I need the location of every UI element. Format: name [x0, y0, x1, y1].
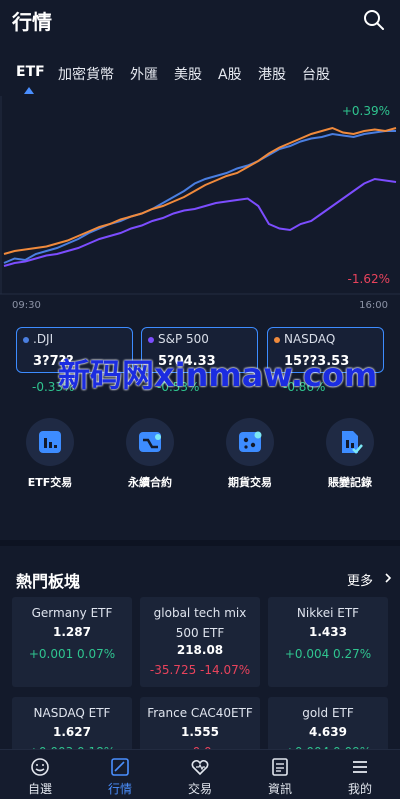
chart-start-time: 09:30: [12, 300, 41, 311]
smile-icon: [31, 758, 49, 776]
market-tabs: ETF 加密貨幣 外匯 美股 A股 港股 台股: [0, 60, 400, 96]
nav-news[interactable]: 資訊: [240, 750, 320, 799]
tab-crypto[interactable]: 加密貨幣: [58, 64, 114, 84]
nav-label: 我的: [347, 782, 372, 796]
tab-etf[interactable]: ETF: [16, 64, 45, 80]
etf-name: France CAC40ETF: [147, 706, 253, 720]
search-icon[interactable]: [362, 8, 386, 32]
action-account-records[interactable]: 賬變記錄: [310, 418, 390, 498]
nav-label: 資訊: [267, 782, 292, 796]
series-dot: [148, 337, 154, 343]
etf-card[interactable]: global tech mix 500 ETF 218.08 -35.725 -…: [140, 597, 260, 687]
news-icon: [272, 758, 288, 776]
etf-change: +0.001 0.07%: [28, 647, 116, 661]
index-name: S&P 500: [158, 332, 209, 346]
action-icon-bg: [226, 418, 274, 466]
etf-change: +0.004 0.27%: [284, 647, 372, 661]
etf-card[interactable]: Germany ETF 1.287 +0.001 0.07%: [12, 597, 132, 687]
index-name: .DJI: [33, 332, 54, 346]
trade-icon: [191, 759, 209, 776]
etf-price: 1.627: [53, 725, 91, 739]
nav-profile[interactable]: 我的: [320, 750, 400, 799]
etf-name: gold ETF: [302, 706, 354, 720]
series-dot: [23, 337, 29, 343]
etf-price: 1.555: [181, 725, 219, 739]
index-chart: +0.39% -1.62% 09:30 16:00: [0, 96, 400, 316]
index-name: NASDAQ: [284, 332, 336, 346]
action-icon-bg: [326, 418, 374, 466]
series-line-nasdaq: [3, 126, 397, 255]
etf-name: NASDAQ ETF: [33, 706, 111, 720]
chart-min-pct: -1.62%: [347, 272, 390, 286]
etf-card[interactable]: Nikkei ETF 1.433 +0.004 0.27%: [268, 597, 388, 687]
series-line-dji: [3, 130, 396, 264]
etf-change: -35.725 -14.07%: [149, 663, 251, 677]
menu-icon: [353, 761, 367, 773]
chart-max-pct: +0.39%: [341, 104, 390, 118]
page-title: 行情: [12, 10, 52, 34]
action-label: 期貨交易: [228, 476, 272, 489]
app-header: 行情: [0, 0, 400, 40]
bottom-navigation: 自選 行情 交易 資訊 我的: [0, 749, 400, 799]
series-line-sp500: [3, 177, 397, 267]
tab-tw-stocks[interactable]: 台股: [302, 64, 330, 84]
etf-card[interactable]: NASDAQ ETF 1.627 +0.003 0.18%: [12, 697, 132, 759]
market-icon: [111, 758, 129, 776]
watermark-text: 新码网xinmaw.com: [58, 356, 378, 394]
hot-sectors-title: 熱門板塊: [16, 572, 81, 591]
futures-icon: [239, 431, 262, 452]
action-perpetual-contract[interactable]: 永續合約: [110, 418, 190, 498]
action-futures-trade[interactable]: 期貨交易: [210, 418, 290, 498]
action-etf-trade[interactable]: ETF交易: [10, 418, 90, 498]
series-dot: [274, 337, 280, 343]
tab-a-shares[interactable]: A股: [218, 64, 242, 84]
etf-price: 218.08: [176, 643, 224, 657]
active-tab-indicator: [24, 87, 34, 94]
nav-market[interactable]: 行情: [80, 750, 160, 799]
chevron-right-icon[interactable]: [383, 573, 393, 583]
nav-label: 行情: [107, 782, 132, 796]
etf-card[interactable]: gold ETF 4.639 +0.004 0.09%: [268, 697, 388, 759]
index-line-chart: [0, 96, 400, 295]
more-link[interactable]: 更多: [347, 570, 373, 589]
nav-trade[interactable]: 交易: [160, 750, 240, 799]
etf-name: Germany ETF: [31, 606, 113, 620]
etf-name: global tech mix 500 ETF: [153, 606, 247, 640]
tab-hk-stocks[interactable]: 港股: [258, 64, 286, 84]
action-label: 永續合約: [128, 476, 172, 489]
action-label: 賬變記錄: [328, 476, 372, 489]
section-divider: [0, 540, 400, 546]
action-icon-bg: [126, 418, 174, 466]
tab-us-stocks[interactable]: 美股: [174, 64, 202, 84]
etf-card[interactable]: France CAC40ETF 1.555 -0.0: [140, 697, 260, 759]
nav-label: 自選: [27, 782, 52, 796]
nav-label: 交易: [187, 782, 212, 796]
action-label: ETF交易: [27, 476, 73, 489]
etf-price: 1.287: [53, 625, 91, 639]
etf-name: Nikkei ETF: [296, 606, 360, 620]
tab-forex[interactable]: 外匯: [130, 64, 158, 84]
nav-watchlist[interactable]: 自選: [0, 750, 80, 799]
record-icon: [342, 431, 363, 454]
etf-price: 4.639: [309, 725, 347, 739]
chart-end-time: 16:00: [359, 300, 388, 311]
etf-price: 1.433: [309, 625, 347, 639]
contract-icon: [139, 432, 161, 452]
action-icon-bg: [26, 418, 74, 466]
etf-chart-icon: [39, 431, 61, 453]
